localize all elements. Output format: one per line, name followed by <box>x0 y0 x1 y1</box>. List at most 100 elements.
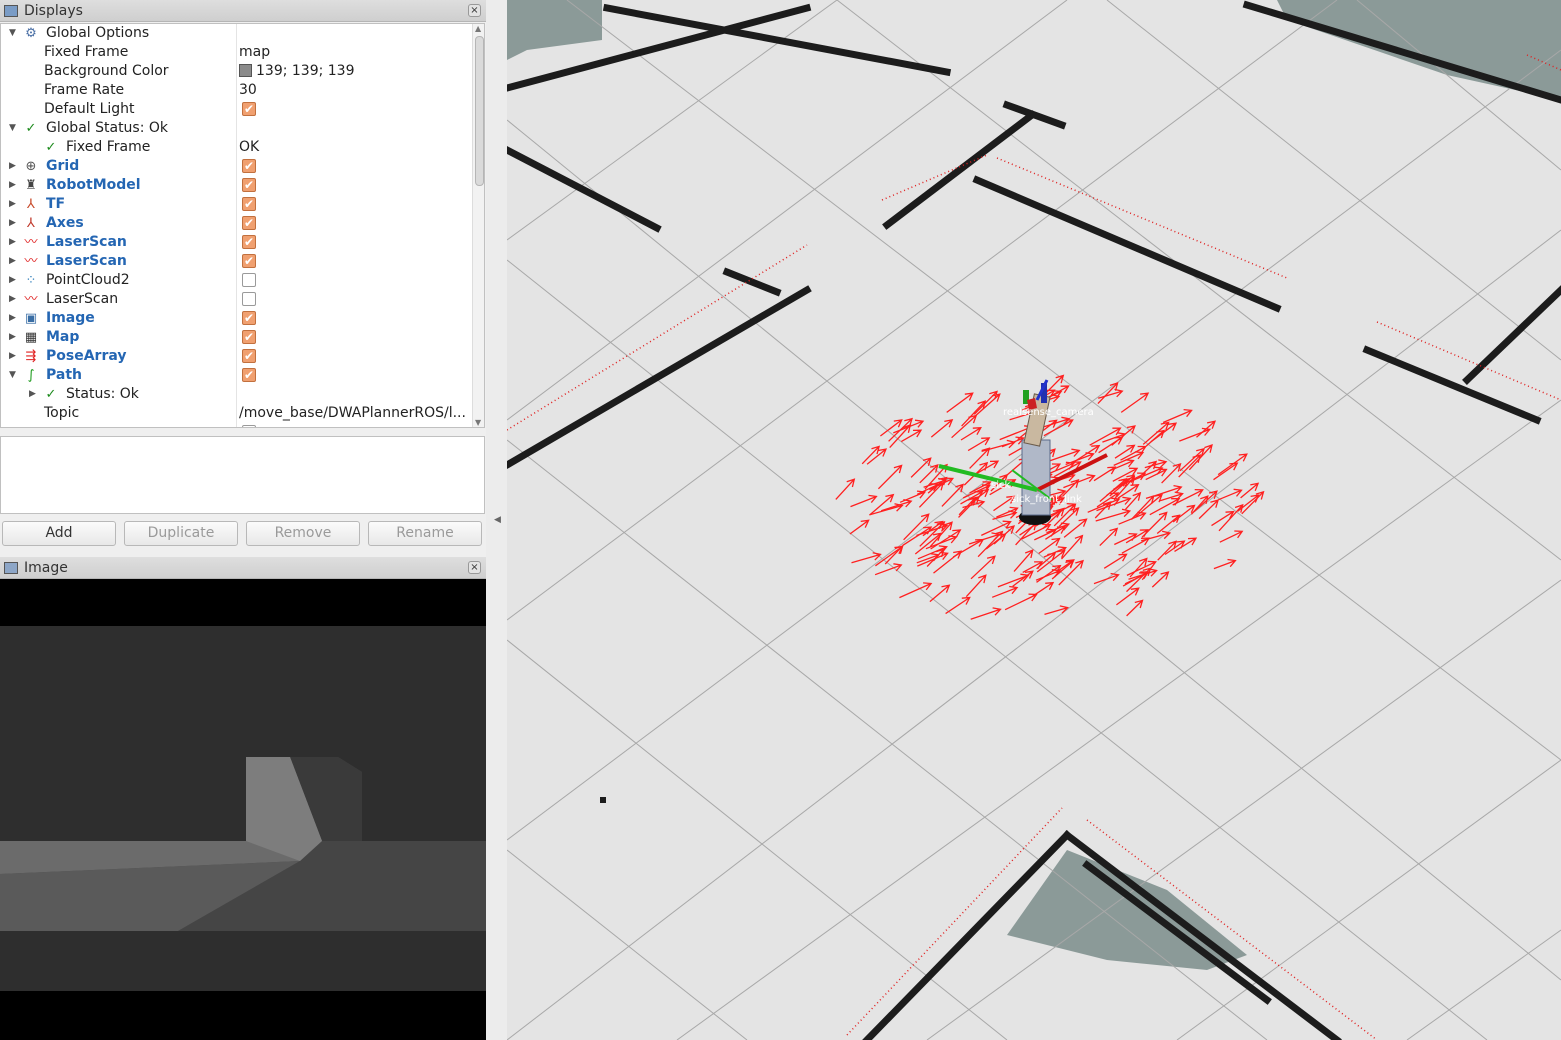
rename-button[interactable]: Rename <box>368 521 482 546</box>
displays-panel-header[interactable]: Displays × <box>0 0 486 22</box>
expand-arrow-icon[interactable]: ▼ <box>9 366 19 385</box>
background-color-value[interactable]: 139; 139; 139 <box>239 62 355 81</box>
laserscan-2-label: LaserScan <box>46 253 127 269</box>
background-color-text: 139; 139; 139 <box>256 63 355 79</box>
grid-label: Grid <box>46 158 80 174</box>
laserscan-1-checkbox[interactable] <box>242 233 256 252</box>
tree-row-default-light[interactable]: Default Light <box>1 100 471 119</box>
tree-row-global-options[interactable]: ▼ ⚙ Global Options <box>1 24 471 43</box>
default-light-checkbox[interactable] <box>242 100 256 119</box>
tree-row-map[interactable]: ▶ ▦ Map <box>1 328 471 347</box>
tree-row-status-fixed-frame[interactable]: ✓ Fixed Frame OK <box>1 138 471 157</box>
laserscan-3-checkbox[interactable] <box>242 292 256 306</box>
clipped-checkbox[interactable] <box>242 425 256 427</box>
scene-canvas[interactable]: realsense_camera sick sick_front_link <box>507 0 1561 1040</box>
tf-icon: ⅄ <box>27 197 35 212</box>
expand-arrow-icon[interactable]: ▼ <box>9 119 19 138</box>
collapse-arrow-icon[interactable]: ▶ <box>9 176 19 195</box>
map-icon: ▦ <box>24 330 38 345</box>
collapse-arrow-icon[interactable]: ▶ <box>29 385 39 404</box>
add-button[interactable]: Add <box>2 521 116 546</box>
depth-image <box>0 579 486 1040</box>
pointcloud2-label: PointCloud2 <box>46 272 130 288</box>
pose-array-label: PoseArray <box>46 348 127 364</box>
frame-rate-value[interactable]: 30 <box>239 81 257 100</box>
map-checkbox[interactable] <box>242 328 256 347</box>
fixed-frame-value[interactable]: map <box>239 43 270 62</box>
tree-row-laserscan-3[interactable]: ▶ 〰 LaserScan <box>1 290 471 309</box>
path-icon: ∫ <box>27 368 35 383</box>
topic-value[interactable]: /move_base/DWAPlannerROS/l... <box>239 404 466 423</box>
tree-row-fixed-frame[interactable]: Fixed Frame map <box>1 43 471 62</box>
laserscan-icon: 〰 <box>24 292 38 307</box>
collapse-arrow-icon[interactable]: ▶ <box>9 252 19 271</box>
duplicate-button[interactable]: Duplicate <box>124 521 238 546</box>
tree-row-tf[interactable]: ▶ ⅄ TF <box>1 195 471 214</box>
collapse-arrow-icon[interactable]: ▶ <box>9 233 19 252</box>
background-color-label: Background Color <box>44 63 169 79</box>
grid-checkbox[interactable] <box>242 157 256 176</box>
panel-splitter[interactable]: ◀ <box>486 0 507 1040</box>
monitor-icon <box>4 4 18 17</box>
collapse-arrow-icon[interactable]: ▶ <box>9 290 19 309</box>
collapse-arrow-icon[interactable]: ▶ <box>9 309 19 328</box>
image-panel-header[interactable]: Image × <box>0 557 486 579</box>
status-fixed-frame-value: OK <box>239 139 260 155</box>
tree-row-clipped <box>1 423 471 427</box>
tree-row-axes[interactable]: ▶ ⅄ Axes <box>1 214 471 233</box>
collapse-arrow-icon[interactable]: ▶ <box>9 347 19 366</box>
axes-checkbox[interactable] <box>242 214 256 233</box>
tree-scrollbar[interactable]: ▲ ▼ <box>472 24 484 427</box>
tree-row-background-color[interactable]: Background Color 139; 139; 139 <box>1 62 471 81</box>
gear-icon: ⚙ <box>25 26 37 41</box>
tree-row-path-status[interactable]: ▶ ✓ Status: Ok <box>1 385 471 404</box>
tree-row-pose-array[interactable]: ▶ ⇶ PoseArray <box>1 347 471 366</box>
scroll-down-icon[interactable]: ▼ <box>475 418 481 427</box>
check-icon: ✓ <box>45 140 57 155</box>
tree-row-global-status[interactable]: ▼ ✓ Global Status: Ok <box>1 119 471 138</box>
fixed-frame-label: Fixed Frame <box>44 44 129 60</box>
close-image-panel-icon[interactable]: × <box>468 561 481 574</box>
tree-row-path[interactable]: ▼ ∫ Path <box>1 366 471 385</box>
frame-label-sick-front: sick_front_link <box>1011 494 1082 505</box>
color-swatch[interactable] <box>239 64 252 77</box>
collapse-arrow-icon[interactable]: ▶ <box>9 328 19 347</box>
displays-panel-title: Displays <box>24 2 83 19</box>
collapse-arrow-icon[interactable]: ▶ <box>9 214 19 233</box>
tree-row-laserscan-1[interactable]: ▶ 〰 LaserScan <box>1 233 471 252</box>
scroll-up-icon[interactable]: ▲ <box>475 24 481 33</box>
remove-button[interactable]: Remove <box>246 521 360 546</box>
image-checkbox[interactable] <box>242 309 256 328</box>
tree-scroll-thumb[interactable] <box>475 36 484 186</box>
tree-row-topic[interactable]: Topic /move_base/DWAPlannerROS/l... <box>1 404 471 423</box>
render-3d-view[interactable]: realsense_camera sick sick_front_link <box>507 0 1561 1040</box>
tree-row-laserscan-2[interactable]: ▶ 〰 LaserScan <box>1 252 471 271</box>
display-description-box <box>0 436 485 514</box>
path-checkbox[interactable] <box>242 366 256 385</box>
default-light-label: Default Light <box>44 101 135 117</box>
image-icon <box>4 561 18 574</box>
splitter-arrow-icon[interactable]: ◀ <box>494 515 501 525</box>
collapse-arrow-icon[interactable]: ▶ <box>9 157 19 176</box>
laserscan-2-checkbox[interactable] <box>242 252 256 271</box>
pointcloud2-checkbox[interactable] <box>242 273 256 287</box>
map-label: Map <box>46 329 80 345</box>
pose-array-checkbox[interactable] <box>242 347 256 366</box>
tree-row-pointcloud2[interactable]: ▶ ⁘ PointCloud2 <box>1 271 471 290</box>
robot-model-label: RobotModel <box>46 177 141 193</box>
tree-row-grid[interactable]: ▶ ⊕ Grid <box>1 157 471 176</box>
map-obstacle <box>600 797 606 803</box>
robot-model-checkbox[interactable] <box>242 176 256 195</box>
frame-label-sick: sick <box>991 480 1010 491</box>
expand-arrow-icon[interactable]: ▼ <box>9 24 19 43</box>
axes-label: Axes <box>46 215 84 231</box>
tree-row-image[interactable]: ▶ ▣ Image <box>1 309 471 328</box>
close-displays-panel-icon[interactable]: × <box>468 4 481 17</box>
tf-checkbox[interactable] <box>242 195 256 214</box>
collapse-arrow-icon[interactable]: ▶ <box>9 271 19 290</box>
tree-row-frame-rate[interactable]: Frame Rate 30 <box>1 81 471 100</box>
tree-row-robot-model[interactable]: ▶ ♜ RobotModel <box>1 176 471 195</box>
collapse-arrow-icon[interactable]: ▶ <box>9 195 19 214</box>
displays-tree: ▼ ⚙ Global Options Fixed Frame map Backg… <box>0 23 485 428</box>
robot-icon: ♜ <box>25 178 37 193</box>
